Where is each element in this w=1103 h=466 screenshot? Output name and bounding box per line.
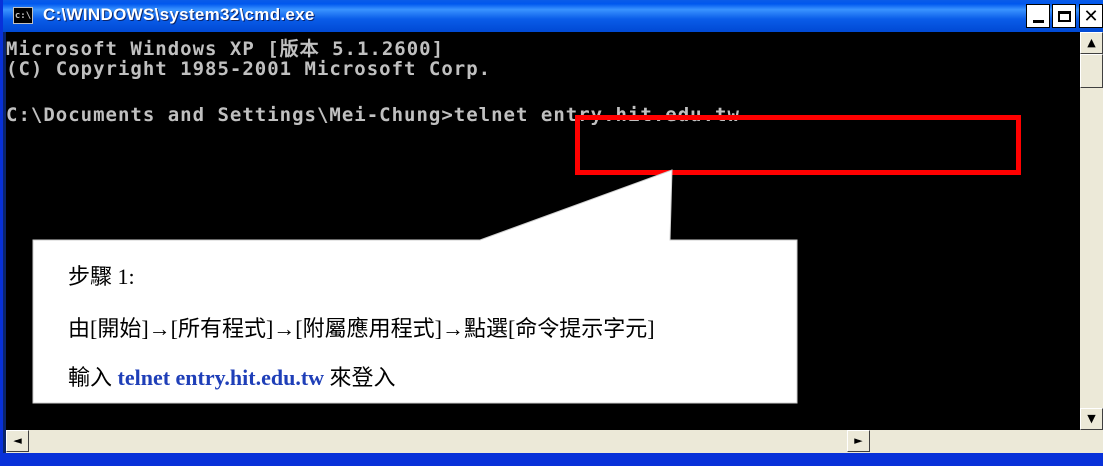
- callout-input-suffix: 來登入: [324, 365, 396, 390]
- callout-step-label: 步驟 1:: [68, 264, 135, 289]
- callout-input-prefix: 輸入: [68, 365, 118, 390]
- callout-bubble: [32, 169, 798, 404]
- callout-command: telnet entry.hit.edu.tw: [117, 365, 325, 390]
- callout-instruction: 由[開始]→[所有程式]→[附屬應用程式]→點選[命令提示字元]: [68, 316, 655, 341]
- callout-input-line: 輸入 telnet entry.hit.edu.tw 來登入: [68, 360, 396, 392]
